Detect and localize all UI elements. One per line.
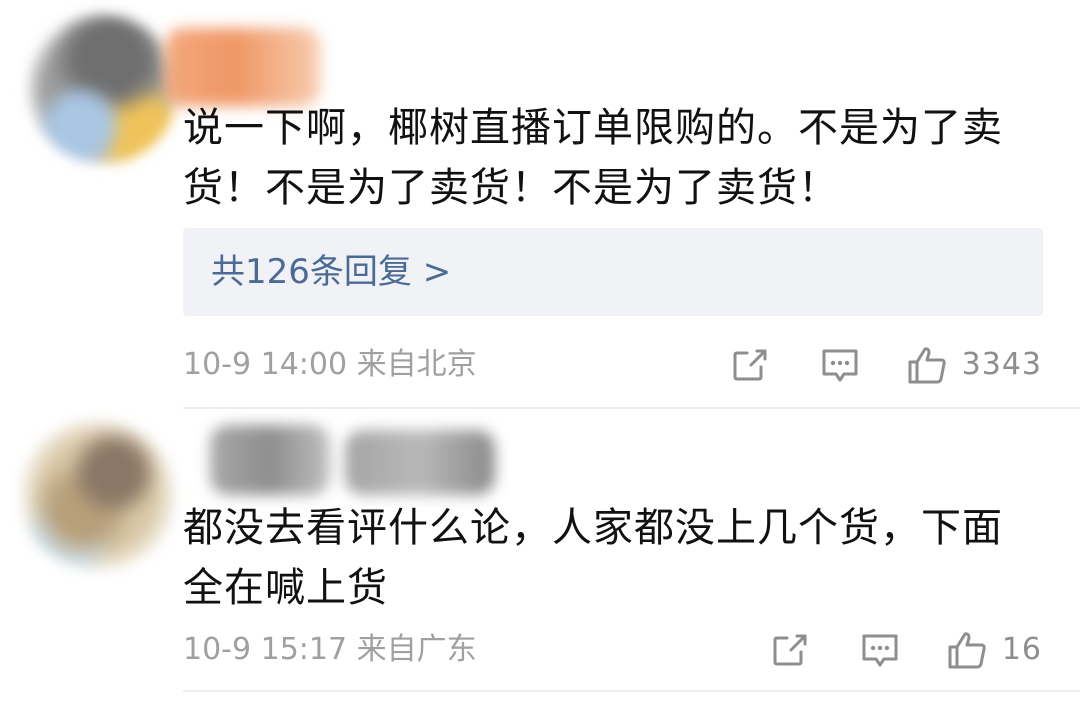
- like-button[interactable]: 16: [946, 630, 1042, 670]
- comment-icon: [822, 349, 858, 382]
- share-button[interactable]: [726, 345, 774, 385]
- avatar[interactable]: [28, 14, 178, 164]
- share-button[interactable]: [766, 630, 814, 670]
- username-blurred[interactable]: [345, 430, 495, 495]
- thumbs-up-icon: [948, 632, 986, 669]
- comment-meta: 10-9 15:17 来自广东: [183, 630, 477, 670]
- username-blurred[interactable]: [165, 28, 320, 106]
- reply-button[interactable]: [816, 345, 864, 385]
- avatar[interactable]: [18, 420, 178, 570]
- timestamp: 10-9 14:00: [183, 347, 348, 382]
- like-button[interactable]: 3343: [906, 345, 1042, 385]
- share-icon: [773, 634, 807, 666]
- comment-text: 都没去看评什么论，人家都没上几个货，下面全在喊上货: [183, 505, 1003, 611]
- comment-text: 说一下啊，椰树直播订单限购的。不是为了卖货！不是为了卖货！不是为了卖货！: [183, 105, 1003, 211]
- like-count: 3343: [961, 347, 1042, 382]
- location: 来自北京: [356, 347, 477, 382]
- like-count: 16: [1001, 632, 1042, 667]
- reply-button[interactable]: [856, 630, 904, 670]
- location: 来自广东: [356, 632, 477, 667]
- comment-meta: 10-9 14:00 来自北京: [183, 345, 477, 385]
- comment-item: 说一下啊，椰树直播订单限购的。不是为了卖货！不是为了卖货！不是为了卖货！ 共12…: [0, 0, 1080, 408]
- timestamp: 10-9 15:17: [183, 632, 348, 667]
- comment-actions: 3343: [726, 345, 1042, 385]
- username-blurred[interactable]: [210, 425, 330, 495]
- thumbs-up-icon: [908, 347, 946, 384]
- share-icon: [733, 349, 767, 381]
- comment-actions: 16: [766, 630, 1042, 670]
- divider: [183, 407, 1080, 409]
- replies-box[interactable]: 共126条回复 >: [183, 228, 1043, 316]
- comment-icon: [862, 634, 898, 667]
- view-replies-link[interactable]: 共126条回复 >: [211, 246, 451, 298]
- divider: [183, 690, 1080, 692]
